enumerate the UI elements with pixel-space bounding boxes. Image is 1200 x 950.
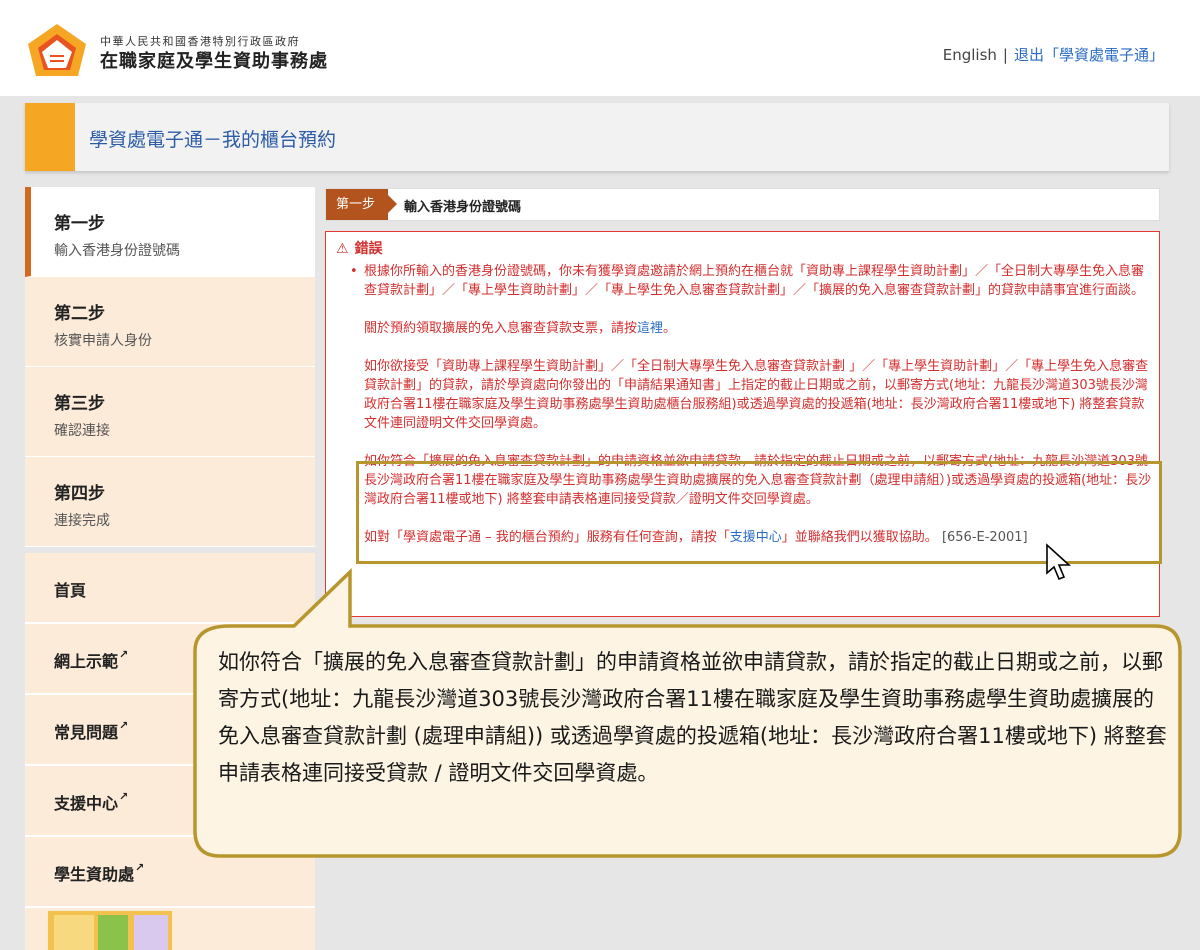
english-link[interactable]: English	[943, 46, 997, 64]
highlight-frame	[356, 461, 1162, 564]
error-paragraph: 如你欲接受「資助專上課程學生資助計劃」／「全日制大專學生免入息審查貸款計劃 」／…	[364, 359, 1149, 431]
menu-label: 網上示範	[54, 652, 119, 671]
step-3: 第三步 確認連接	[25, 367, 315, 457]
step-title: 第四步	[54, 484, 105, 504]
here-link[interactable]: 這裡	[637, 321, 663, 336]
page-title: 學資處電子通－我的櫃台預約	[89, 129, 337, 151]
promo-thumb	[134, 915, 168, 950]
top-links: English | 退出「學資處電子通」	[943, 44, 1164, 65]
promo-thumb	[98, 915, 128, 950]
step-title: 第二步	[54, 304, 105, 324]
callout-text: 如你符合「擴展的免入息審查貸款計劃」的申請資格並欲申請貸款，請於指定的截止日期或…	[218, 650, 1167, 785]
external-link-icon: ↗	[119, 719, 129, 732]
top-header: 中華人民共和國香港特別行政區政府 在職家庭及學生資助事務處 English | 退出…	[0, 0, 1200, 96]
step-4: 第四步 連接完成	[25, 457, 315, 547]
menu-label: 學生資助處	[54, 865, 135, 884]
promo-banner-image[interactable]	[48, 911, 172, 950]
steps-sidebar: 第一步 輸入香港身份證號碼 第二步 核實申請人身份 第三步 確認連接 第四步 連…	[25, 187, 315, 547]
external-link-icon: ↗	[119, 790, 129, 803]
error-paragraph: 關於預約領取擴展的免入息審查貸款支票，請按這裡。	[364, 319, 1154, 338]
step-subtitle: 核實申請人身份	[54, 333, 152, 349]
page-title-band: 學資處電子通－我的櫃台預約	[25, 103, 1169, 171]
wfsfaa-logo-icon[interactable]	[26, 22, 88, 78]
step-subtitle: 確認連接	[54, 423, 110, 439]
step-title: 第一步	[54, 214, 105, 234]
step-header: 第一步 輸入香港身份證號碼	[325, 188, 1160, 221]
logout-link[interactable]: 退出「學資處電子通」	[1014, 46, 1164, 64]
bullet-icon: •	[350, 264, 358, 279]
promo-thumb	[54, 915, 94, 950]
menu-label: 常見問題	[54, 723, 119, 742]
error-heading: ⚠ 錯誤	[336, 240, 383, 259]
error-text: 關於預約領取擴展的免入息審查貸款支票，請按	[364, 321, 638, 336]
link-separator: |	[1002, 46, 1008, 64]
external-link-icon: ↗	[119, 648, 129, 661]
menu-label: 首頁	[54, 581, 87, 600]
step-title: 第三步	[54, 394, 105, 414]
error-text: 。	[663, 321, 677, 336]
step-header-title: 輸入香港身份證號碼	[404, 200, 522, 215]
step-2: 第二步 核實申請人身份	[25, 277, 315, 367]
step-1: 第一步 輸入香港身份證號碼	[25, 187, 315, 277]
step-tag: 第一步	[326, 189, 397, 220]
step-subtitle: 連接完成	[54, 513, 110, 529]
mouse-cursor-icon	[1046, 543, 1072, 581]
error-heading-text: 錯誤	[354, 241, 383, 257]
menu-label: 支援中心	[54, 794, 119, 813]
step-subtitle: 輸入香港身份證號碼	[54, 243, 180, 259]
error-paragraph: 根據你所輸入的香港身份證號碼，你未有獲學資處邀請於網上預約在櫃台就「資助專上課程…	[364, 264, 1145, 298]
title-accent-bar	[25, 103, 75, 171]
warning-icon: ⚠	[336, 241, 349, 257]
external-link-icon: ↗	[135, 861, 145, 874]
org-name: 在職家庭及學生資助事務處	[100, 51, 328, 72]
